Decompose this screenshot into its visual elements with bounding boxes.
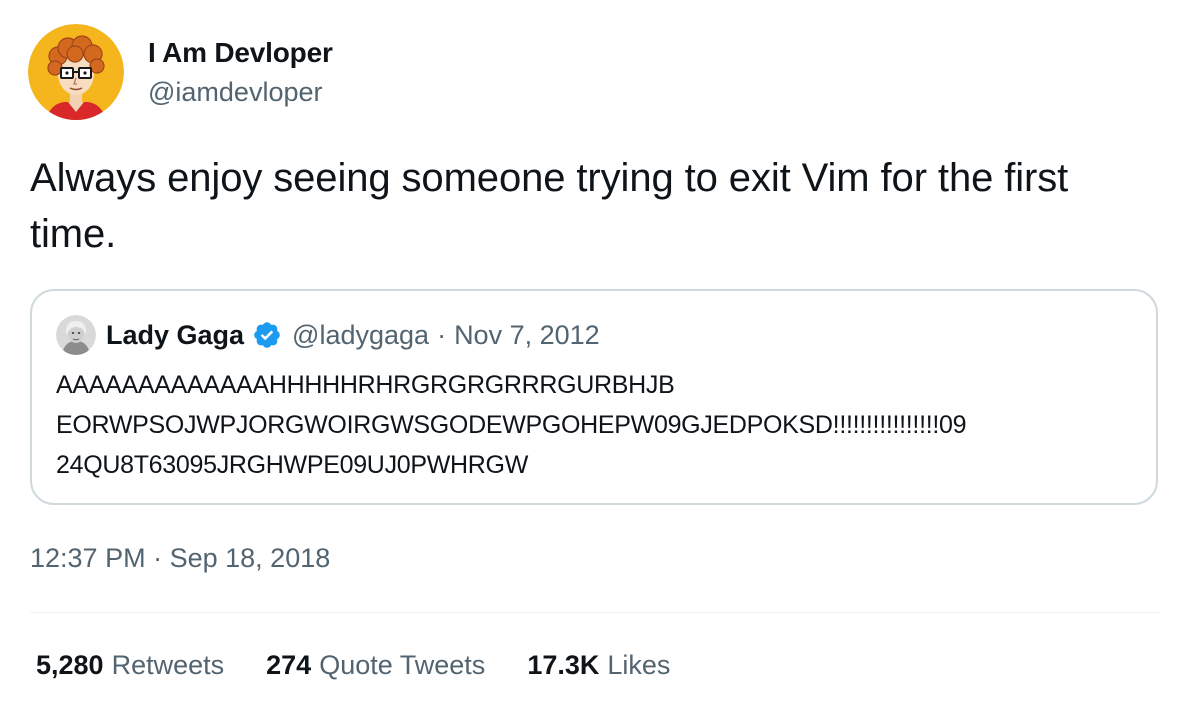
cartoon-developer-avatar-icon [28, 24, 124, 120]
quoted-author-display-name: Lady Gaga [106, 320, 245, 350]
tweet-stats: 5,280 Retweets 274 Quote Tweets 17.3K Likes [36, 646, 712, 684]
quoted-tweet-card[interactable]: Lady Gaga @ladygaga · Nov 7, 2012 AAAAAA… [30, 289, 1158, 505]
quoted-text-line: AAAAAAAAAAAAAHHHHHRHRGRGRGRRRGURBHJB [56, 371, 675, 399]
tweet-date[interactable]: Sep 18, 2018 [170, 543, 331, 573]
quote-tweets-label: Quote Tweets [319, 650, 486, 680]
quoted-author-avatar [56, 315, 96, 355]
retweets-label: Retweets [111, 650, 225, 680]
quoted-text-line: 24QU8T63095JRGHWPE09UJ0PWHRGW [56, 451, 528, 479]
likes-label: Likes [607, 650, 671, 680]
author-names: I Am Devloper @iamdevloper [148, 24, 333, 120]
quoted-author-handle: @ladygaga [292, 320, 430, 350]
likes-count: 17.3K [527, 650, 600, 680]
likes-stat[interactable]: 17.3K Likes [527, 646, 670, 684]
author-handle[interactable]: @iamdevloper [148, 75, 333, 109]
quote-tweets-stat[interactable]: 274 Quote Tweets [266, 646, 485, 684]
quote-tweets-count: 274 [266, 650, 312, 680]
quoted-text-line: EORWPSOJWPJORGWOIRGWSGODEWPGOHEPW09GJEDP… [56, 411, 967, 439]
portrait-avatar-icon [56, 315, 96, 355]
tweet-text: Always enjoy seeing someone trying to ex… [30, 156, 1069, 256]
quoted-tweet-text: AAAAAAAAAAAAAHHHHHRHRGRGRGRRRGURBHJB EOR… [56, 365, 1140, 485]
quoted-date-separator: · [437, 319, 447, 350]
divider [30, 612, 1160, 613]
retweets-count: 5,280 [36, 650, 104, 680]
tweet-time[interactable]: 12:37 PM [30, 543, 146, 573]
retweets-stat[interactable]: 5,280 Retweets [36, 646, 224, 684]
author-display-name[interactable]: I Am Devloper [148, 35, 333, 71]
tweet-timestamp: 12:37 PM · Sep 18, 2018 [30, 540, 330, 576]
tweet-header: I Am Devloper @iamdevloper [28, 24, 333, 120]
author-avatar[interactable] [28, 24, 124, 120]
verified-badge-icon [252, 320, 282, 350]
tweet-detail: I Am Devloper @iamdevloper Always enjoy … [0, 0, 1178, 712]
timestamp-separator: · [153, 543, 163, 573]
quoted-tweet-date: Nov 7, 2012 [454, 320, 600, 350]
quoted-tweet-header: Lady Gaga @ladygaga · Nov 7, 2012 [56, 314, 600, 356]
